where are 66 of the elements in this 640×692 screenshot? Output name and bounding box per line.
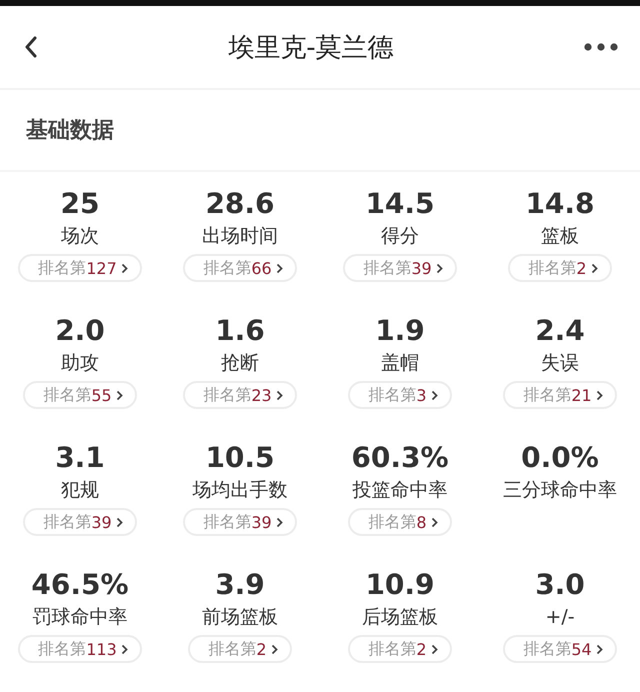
- stat-label: 出场时间: [202, 224, 278, 249]
- stat-label: 投篮命中率: [352, 478, 448, 503]
- ranking-button[interactable]: 排名第55: [23, 381, 137, 409]
- ranking-button[interactable]: 排名第23: [183, 381, 297, 409]
- back-icon[interactable]: [24, 36, 38, 58]
- chevron-icon: [430, 390, 438, 400]
- chevron-icon: [276, 262, 283, 274]
- stat-label: 前场篮板: [202, 605, 278, 630]
- chevron-icon: [270, 644, 278, 654]
- chevron-icon: [430, 516, 438, 528]
- ranking-button[interactable]: 排名第2: [188, 635, 292, 663]
- stat-value: 46.5%: [31, 567, 129, 603]
- ranking-button[interactable]: 排名第21: [503, 381, 617, 409]
- stat-value: 14.8: [525, 186, 595, 222]
- ranking-button[interactable]: 排名第113: [18, 635, 142, 663]
- ranking-button[interactable]: 排名第39: [343, 254, 457, 282]
- stat-value: 28.6: [205, 186, 275, 222]
- ranking-button[interactable]: 排名第3: [348, 381, 452, 409]
- stat-label: 后场篮板: [362, 605, 438, 630]
- stat-label: +/-: [545, 605, 575, 630]
- chevron-icon: [120, 262, 128, 274]
- chevron-icon: [116, 390, 123, 400]
- stat-label: 三分球命中率: [503, 478, 617, 503]
- more-icon[interactable]: [584, 43, 618, 51]
- stat-label: 场均出手数: [192, 478, 288, 503]
- ranking-button[interactable]: 排名第54: [503, 635, 617, 663]
- ranking-button[interactable]: 排名第127: [18, 254, 142, 282]
- stat-label: 抢断: [221, 351, 259, 376]
- stat-value: 1.9: [375, 313, 425, 349]
- stat-value: 3.1: [55, 440, 105, 476]
- stat-value: 2.0: [55, 313, 105, 349]
- stat-value: 10.9: [365, 567, 435, 603]
- stat-value: 25: [60, 186, 100, 222]
- ranking-button[interactable]: 排名第8: [348, 508, 452, 536]
- stat-label: 失误: [541, 351, 579, 376]
- chevron-icon: [590, 262, 598, 274]
- stat-value: 60.3%: [351, 440, 449, 476]
- ranking-button[interactable]: 排名第2: [348, 635, 452, 663]
- stat-label: 盖帽: [381, 351, 419, 376]
- page-title: 埃里克-莫兰德: [228, 32, 394, 64]
- chevron-icon: [596, 644, 603, 654]
- ranking-button[interactable]: 排名第39: [183, 508, 297, 536]
- stat-label: 助攻: [61, 351, 99, 376]
- chevron-icon: [276, 390, 283, 400]
- stat-label: 篮板: [541, 224, 579, 249]
- stat-label: 罚球命中率: [32, 605, 128, 630]
- stat-value: 0.0%: [521, 440, 599, 476]
- ranking-button[interactable]: 排名第39: [23, 508, 137, 536]
- stat-value: 10.5: [205, 440, 275, 476]
- stat-value: 2.4: [535, 313, 585, 349]
- stat-label: 得分: [381, 224, 419, 249]
- chevron-icon: [116, 516, 123, 528]
- stat-value: 3.0: [535, 567, 585, 603]
- chevron-icon: [436, 262, 443, 274]
- stat-value: 14.5: [365, 186, 435, 222]
- chevron-icon: [120, 644, 128, 654]
- ranking-button[interactable]: 排名第66: [183, 254, 297, 282]
- chevron-icon: [276, 516, 283, 528]
- stat-label: 犯规: [61, 478, 99, 503]
- section-title: 基础数据: [26, 117, 114, 145]
- stat-value: 1.6: [215, 313, 265, 349]
- chevron-icon: [596, 390, 603, 400]
- chevron-icon: [430, 644, 438, 654]
- ranking-button[interactable]: 排名第2: [508, 254, 612, 282]
- stat-value: 3.9: [215, 567, 265, 603]
- stat-label: 场次: [61, 224, 99, 249]
